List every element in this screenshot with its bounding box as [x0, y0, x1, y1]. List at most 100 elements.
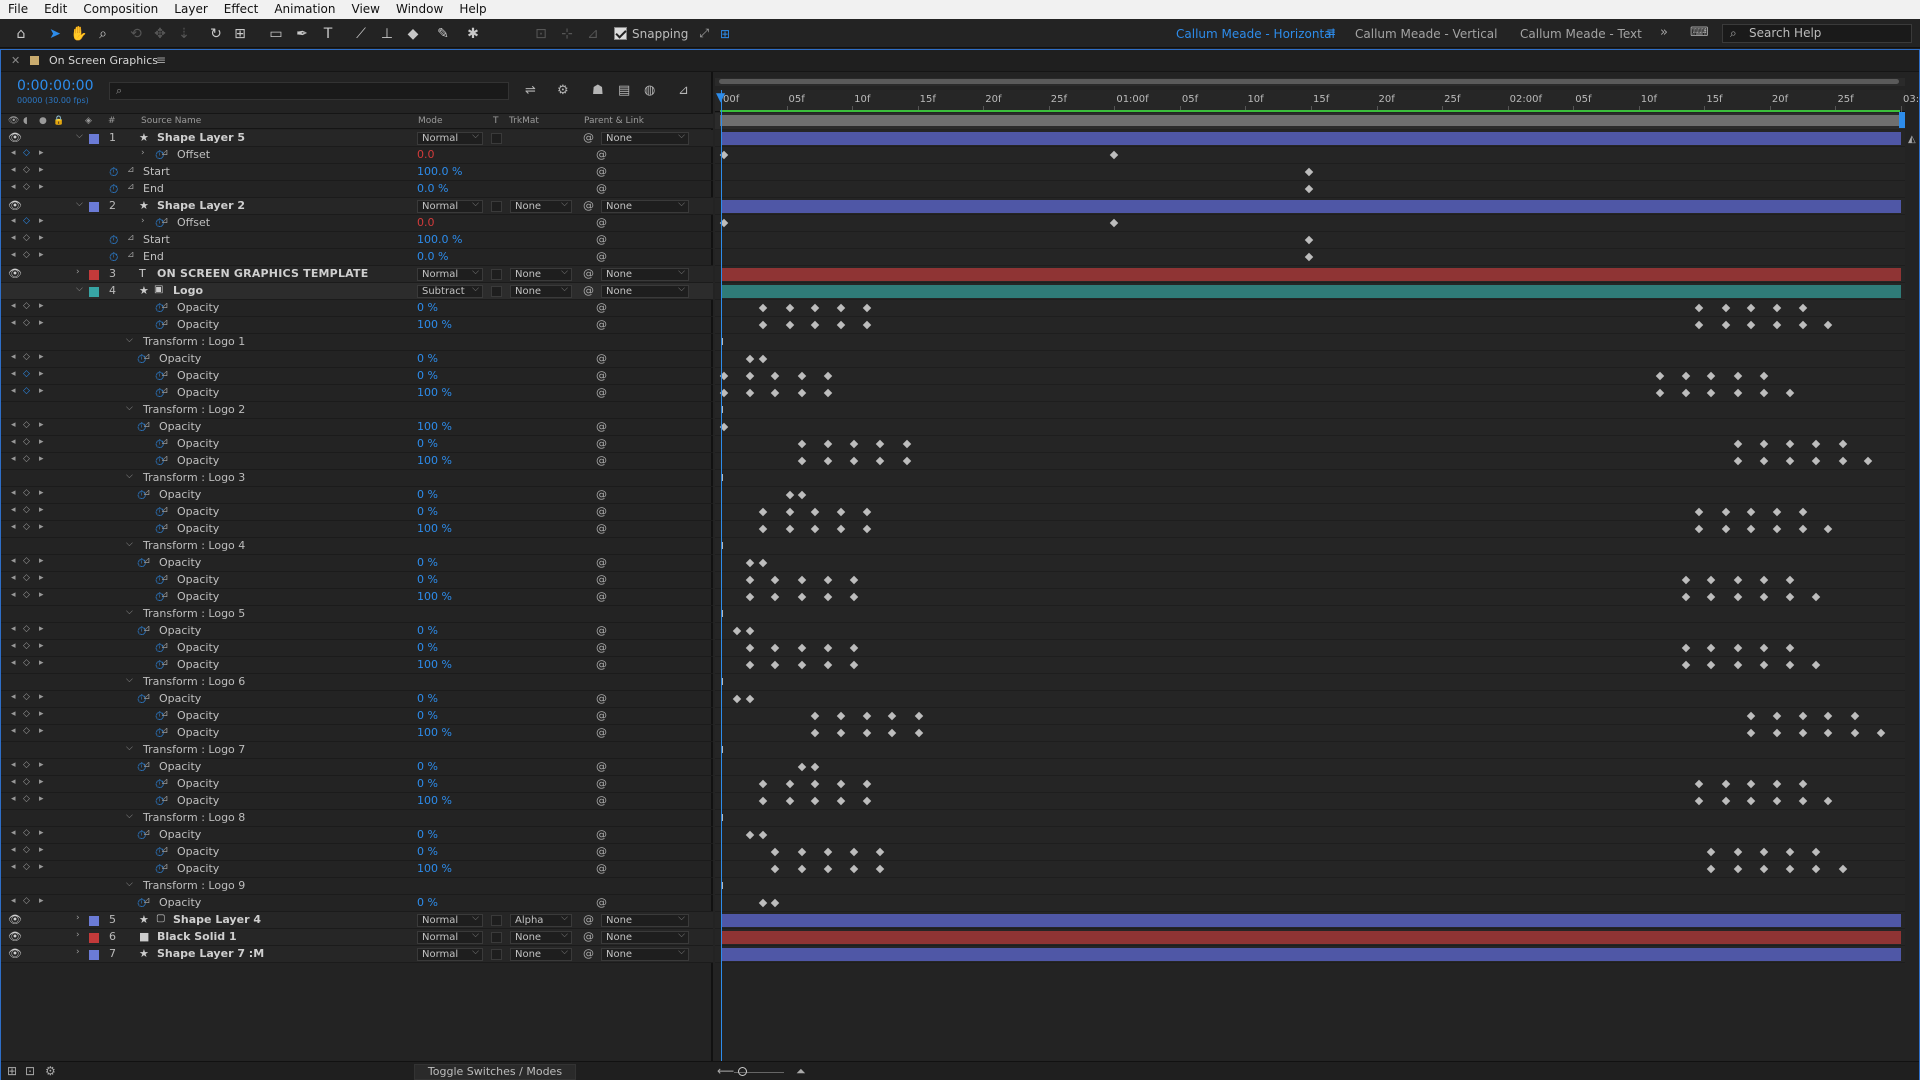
track-matte-dropdown[interactable]: Alpha	[510, 913, 572, 927]
keyframe[interactable]	[1811, 592, 1820, 602]
keyframe[interactable]	[849, 439, 859, 449]
property-row[interactable]: ◂ ◇ ▸ ⏱ ⊿ End 0.0 % @	[1, 249, 713, 266]
blend-mode-dropdown[interactable]: Normal	[417, 930, 483, 944]
parent-pick-whip-icon[interactable]: @	[583, 930, 594, 943]
keyframe[interactable]	[1747, 779, 1756, 789]
pan-tool-icon[interactable]: ✥	[149, 23, 171, 45]
keyframe[interactable]	[798, 864, 807, 874]
visibility-eye-icon[interactable]: 👁	[8, 131, 22, 144]
keyframe[interactable]	[798, 592, 807, 602]
graph-icon[interactable]: ⊿	[161, 726, 169, 736]
add-keyframe-icon[interactable]: ◇	[23, 437, 30, 447]
add-keyframe-icon[interactable]: ◇	[23, 862, 30, 872]
keyframe[interactable]	[1721, 320, 1730, 330]
keyframe[interactable]	[1747, 711, 1756, 721]
layer-name[interactable]: Shape Layer 2	[157, 199, 245, 212]
transfer-controls-icon[interactable]: ⊡	[25, 1064, 35, 1078]
workspace-menu-icon[interactable]: ≡	[1326, 25, 1336, 39]
keyframe[interactable]	[823, 388, 833, 398]
property-value[interactable]: 100 %	[417, 454, 452, 467]
workspace-tab-1[interactable]: Callum Meade - Horizontal	[1176, 27, 1335, 41]
keyframe[interactable]	[745, 694, 754, 704]
keyframe[interactable]	[1851, 711, 1860, 721]
keyframe[interactable]	[785, 779, 794, 789]
graph-icon[interactable]: ⊿	[127, 233, 135, 243]
expression-pick-whip-icon[interactable]: @	[596, 148, 607, 161]
add-keyframe-icon[interactable]: ◇	[23, 301, 30, 311]
keyframe[interactable]	[1694, 320, 1703, 330]
keyframe[interactable]	[1721, 303, 1730, 313]
keyframe[interactable]	[798, 643, 807, 653]
add-keyframe-icon[interactable]: ◇	[23, 556, 30, 566]
property-row[interactable]: ◂ ◇ ▸ ⏱ ⊿ Start 100.0 % @	[1, 164, 713, 181]
layer-name[interactable]: Shape Layer 7 :M	[157, 947, 264, 960]
property-row[interactable]: ◂ ◇ ▸ › ⏱ ⊿ Offset 0.0 @	[1, 147, 713, 164]
label-color-swatch[interactable]	[89, 134, 99, 144]
keyframe[interactable]	[1798, 779, 1807, 789]
snapping-toggle[interactable]: Snapping ⤢ ⊞	[614, 26, 730, 41]
add-keyframe-icon[interactable]: ◇	[23, 845, 30, 855]
collapse-arrow-icon[interactable]: ⌵	[76, 284, 83, 294]
keyframe[interactable]	[758, 898, 767, 908]
next-keyframe-icon[interactable]: ▸	[39, 760, 44, 770]
rotate-tool-icon[interactable]: ↻	[205, 23, 227, 45]
keyframe[interactable]	[1811, 660, 1820, 670]
property-value[interactable]: 0 %	[417, 573, 438, 586]
expression-pick-whip-icon[interactable]: @	[596, 624, 607, 637]
property-row[interactable]: ◂ ◇ ▸ ⏱ ⊿ Opacity 100 % @	[1, 453, 713, 470]
keyframe[interactable]	[1734, 456, 1743, 466]
add-keyframe-icon[interactable]: ◇	[23, 522, 30, 532]
keyframe[interactable]	[771, 660, 780, 670]
parent-dropdown[interactable]: None	[601, 199, 689, 213]
property-row[interactable]: ◂ ◇ ▸ ⏱ ⊿ Opacity 0 % @	[1, 623, 713, 640]
time-navigator[interactable]	[715, 78, 1905, 86]
property-value[interactable]: 0 %	[417, 556, 438, 569]
property-value[interactable]: 100 %	[417, 590, 452, 603]
time-navigator-thumb[interactable]	[719, 79, 1899, 84]
property-row[interactable]: ◂ ◇ ▸ › ⏱ ⊿ Offset 0.0 @	[1, 215, 713, 232]
keyframe[interactable]	[1681, 575, 1690, 585]
property-value[interactable]: 0 %	[417, 709, 438, 722]
keyframe[interactable]	[862, 796, 871, 806]
keyframe[interactable]	[823, 439, 833, 449]
add-keyframe-icon[interactable]: ◇	[23, 709, 30, 719]
next-keyframe-icon[interactable]: ▸	[39, 573, 44, 583]
layer-name[interactable]: Shape Layer 4	[173, 913, 261, 926]
next-keyframe-icon[interactable]: ▸	[39, 352, 44, 362]
keyframe[interactable]	[862, 320, 871, 330]
graph-icon[interactable]: ⊿	[127, 182, 135, 192]
hide-shy-layers-icon[interactable]: ☗	[592, 83, 604, 98]
parent-dropdown[interactable]: None	[601, 131, 689, 145]
add-keyframe-icon[interactable]: ◇	[23, 420, 30, 430]
property-row[interactable]: ◂ ◇ ▸ ⏱ ⊿ Opacity 0 % @	[1, 895, 713, 912]
parent-pick-whip-icon[interactable]: @	[583, 947, 594, 960]
graph-icon[interactable]: ⊿	[127, 250, 135, 260]
preserve-transparency-toggle[interactable]	[491, 949, 502, 960]
graph-editor-icon[interactable]: ⊿	[678, 83, 689, 98]
property-row[interactable]: ◂ ◇ ▸ ⏱ ⊿ Opacity 100 % @	[1, 657, 713, 674]
graph-icon[interactable]: ⊿	[143, 828, 151, 838]
expression-pick-whip-icon[interactable]: @	[596, 726, 607, 739]
expression-pick-whip-icon[interactable]: @	[596, 369, 607, 382]
keyframe[interactable]	[1811, 864, 1820, 874]
keyframe[interactable]	[1721, 796, 1730, 806]
property-row[interactable]: ◂ ◇ ▸ ⏱ ⊿ Opacity 0 % @	[1, 640, 713, 657]
keyframe[interactable]	[1785, 388, 1795, 398]
work-area-end-handle[interactable]	[1899, 112, 1905, 128]
keyframe[interactable]	[823, 660, 833, 670]
time-ruler[interactable]: 00f 05f 10f 15f 20f 25f 01:00f 05f 10f 15f 20f 25f 0…	[715, 90, 1920, 112]
group-row[interactable]: ⌵ Transform : Logo 9	[1, 878, 713, 895]
stopwatch-icon[interactable]: ⏱	[109, 233, 118, 248]
property-value[interactable]: 100 %	[417, 794, 452, 807]
next-keyframe-icon[interactable]: ▸	[39, 777, 44, 787]
keyframe[interactable]	[785, 507, 794, 517]
expression-pick-whip-icon[interactable]: @	[596, 777, 607, 790]
property-row[interactable]: ◂ ◇ ▸ ⏱ ⊿ Opacity 100 % @	[1, 385, 713, 402]
property-row[interactable]: ◂ ◇ ▸ ⏱ ⊿ Opacity 0 % @	[1, 351, 713, 368]
keyframe[interactable]	[836, 779, 846, 789]
column-parent-link[interactable]: Parent & Link	[584, 116, 644, 126]
keyframe[interactable]	[1681, 388, 1690, 398]
expression-pick-whip-icon[interactable]: @	[596, 386, 607, 399]
keyframe[interactable]	[823, 864, 833, 874]
graph-icon[interactable]: ⊿	[161, 862, 169, 872]
